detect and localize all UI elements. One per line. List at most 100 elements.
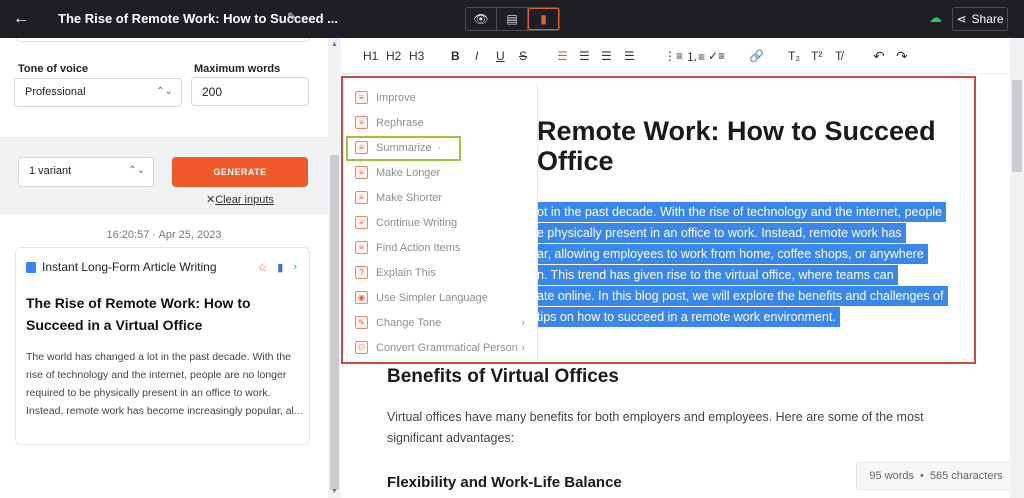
heading-line-2: Office	[537, 146, 614, 176]
align-justify-icon[interactable]: ☰	[624, 47, 635, 65]
menu-item-explain-this[interactable]: ? Explain This	[343, 260, 533, 285]
history-timestamp: 16:20:57 · Apr 25, 2023	[106, 229, 222, 241]
select-caret-icon: ⌃⌄	[128, 165, 145, 176]
editor-scrollbar-thumb[interactable]	[1012, 80, 1022, 172]
eye-icon[interactable]: 👁	[466, 8, 497, 30]
menu-item-label: Change Tone	[376, 316, 442, 329]
menu-item-label: Make Shorter	[376, 191, 443, 204]
word-count: 95 words	[869, 470, 914, 482]
back-arrow-icon[interactable]: ←	[10, 8, 32, 30]
heading1-button[interactable]: H1	[363, 47, 378, 65]
word-count-badge: 95 words • 565 characters	[856, 462, 1016, 490]
template-icon	[26, 261, 36, 273]
tone-value: Professional	[25, 86, 86, 98]
person-icon: ⚇	[355, 341, 368, 354]
view-mode-group: 👁 ▤ ▮	[465, 7, 560, 31]
tone-label: Tone of voice	[18, 63, 89, 75]
selected-text-line[interactable]: n. This trend has given rise to the virt…	[537, 265, 898, 285]
selected-text-line[interactable]: e physically present in an office to wor…	[537, 223, 906, 243]
align-left-icon[interactable]: ☰	[557, 47, 568, 65]
menu-item-continue-writing[interactable]: ≡ Continue Writing	[343, 210, 533, 235]
make-longer-icon: ≡	[355, 166, 368, 179]
chevron-right-icon: ›	[521, 341, 525, 354]
link-icon[interactable]: 🔗	[749, 47, 764, 65]
redo-icon[interactable]: ↷	[896, 47, 908, 65]
italic-button[interactable]: I	[475, 47, 478, 65]
variant-value: 1 variant	[29, 165, 72, 177]
settings-section: Tone of voice Professional ⌃⌄ Maximum wo…	[0, 38, 328, 138]
document-heading: Remote Work: How to Succeed Office	[537, 116, 936, 176]
separator-dot: •	[920, 470, 924, 482]
align-right-icon[interactable]: ☰	[601, 47, 612, 65]
document-view-icon[interactable]: ▮	[528, 8, 559, 30]
superscript-button[interactable]: T²	[811, 47, 822, 65]
chat-icon[interactable]: ▤	[497, 8, 528, 30]
numbered-list-icon[interactable]: ⒈≡	[686, 47, 705, 65]
underline-button[interactable]: U	[496, 47, 505, 65]
selected-text-line[interactable]: ate online. In this blog post, we will e…	[537, 286, 948, 306]
rephrase-icon: ≡	[355, 116, 368, 129]
star-icon[interactable]: ☆	[257, 261, 267, 274]
continue-writing-icon: ≡	[355, 216, 368, 229]
menu-item-label: Improve	[376, 91, 416, 104]
max-words-label: Maximum words	[194, 63, 281, 75]
section-heading: Benefits of Virtual Offices	[387, 366, 619, 387]
character-count: 565 characters	[929, 470, 1003, 482]
pencil-icon[interactable]: ✎	[287, 10, 297, 24]
select-caret-icon: ⌃⌄	[156, 86, 173, 97]
editor-toolbar: H1 H2 H3 B I U S ☰ ☰ ☰ ☰ ⋮≡ ⒈≡ ✓≡ 🔗 T₂ T…	[341, 38, 1010, 74]
previous-field-edge	[15, 38, 310, 42]
heading2-button[interactable]: H2	[386, 47, 401, 65]
top-bar: ← The Rise of Remote Work: How to Succee…	[0, 0, 1024, 38]
heading3-button[interactable]: H3	[409, 47, 424, 65]
checklist-icon[interactable]: ✓≡	[708, 47, 725, 65]
chevron-right-icon: ›	[521, 316, 525, 329]
selected-text-line[interactable]: ar, allowing employees to work from home…	[537, 244, 928, 264]
selected-text-line[interactable]: tips on how to succeed in a remote work …	[537, 307, 840, 327]
strike-button[interactable]: S	[519, 47, 527, 65]
scroll-down-arrow-icon[interactable]: ▼	[331, 488, 338, 495]
align-center-icon[interactable]: ☰	[579, 47, 590, 65]
menu-item-label: Continue Writing	[376, 216, 458, 229]
card-title: The Rise of Remote Work: How to Succeed …	[26, 295, 251, 333]
menu-item-change-tone[interactable]: ✎ Change Tone ›	[343, 310, 533, 335]
share-button[interactable]: ⋖ Share	[952, 7, 1008, 31]
heading-line-1: Remote Work: How to Succeed	[537, 116, 936, 146]
menu-item-improve[interactable]: ≡ Improve	[343, 85, 533, 110]
menu-item-make-longer[interactable]: ≡ Make Longer	[343, 160, 533, 185]
history-card[interactable]: Instant Long-Form Article Writing ☆ ▮ › …	[15, 247, 310, 445]
clear-format-button[interactable]: T̸	[835, 47, 842, 65]
left-panel: Tone of voice Professional ⌃⌄ Maximum wo…	[0, 38, 328, 498]
tone-icon: ✎	[355, 316, 368, 329]
menu-item-make-shorter[interactable]: ≡ Make Shorter	[343, 185, 533, 210]
menu-item-rephrase[interactable]: ≡ Rephrase	[343, 110, 533, 135]
cloud-saved-icon: ☁	[929, 10, 942, 25]
generate-section: 1 variant ⌃⌄ GENERATE ✕Clear inputs	[0, 138, 328, 214]
card-header: Instant Long-Form Article Writing	[26, 260, 217, 274]
menu-item-find-action-items[interactable]: ≡ Find Action Items	[343, 235, 533, 260]
chevron-right-icon[interactable]: ›	[293, 261, 297, 274]
variant-select[interactable]: 1 variant ⌃⌄	[18, 157, 154, 187]
share-label: Share	[971, 12, 1004, 26]
share-icon: ⋖	[956, 12, 967, 26]
subsection-heading: Flexibility and Work-Life Balance	[387, 474, 622, 491]
bold-button[interactable]: B	[451, 47, 460, 65]
menu-item-simpler-language[interactable]: ◉ Use Simpler Language	[343, 285, 533, 310]
subscript-button[interactable]: T₂	[788, 47, 800, 65]
menu-item-convert-person[interactable]: ⚇ Convert Grammatical Person ›	[343, 335, 533, 360]
menu-item-label: Convert Grammatical Person	[376, 341, 518, 354]
menu-item-label: Explain This	[376, 266, 436, 279]
max-words-input[interactable]: 200	[191, 77, 309, 106]
tone-select[interactable]: Professional ⌃⌄	[14, 78, 182, 107]
undo-icon[interactable]: ↶	[873, 47, 885, 65]
card-body: The world has changed a lot in the past …	[26, 351, 303, 417]
selected-text-line[interactable]: ot in the past decade. With the rise of …	[537, 202, 947, 222]
left-scrollbar-thumb[interactable]	[330, 155, 339, 490]
scroll-up-arrow-icon[interactable]: ▲	[331, 41, 338, 48]
generate-button[interactable]: GENERATE	[172, 157, 308, 187]
copy-icon[interactable]: ▮	[277, 261, 283, 274]
eye-simple-icon: ◉	[355, 291, 368, 304]
bullet-list-icon[interactable]: ⋮≡	[664, 47, 683, 65]
clear-inputs-link[interactable]: ✕Clear inputs	[206, 193, 274, 206]
summarize-focus-ring	[346, 136, 461, 161]
